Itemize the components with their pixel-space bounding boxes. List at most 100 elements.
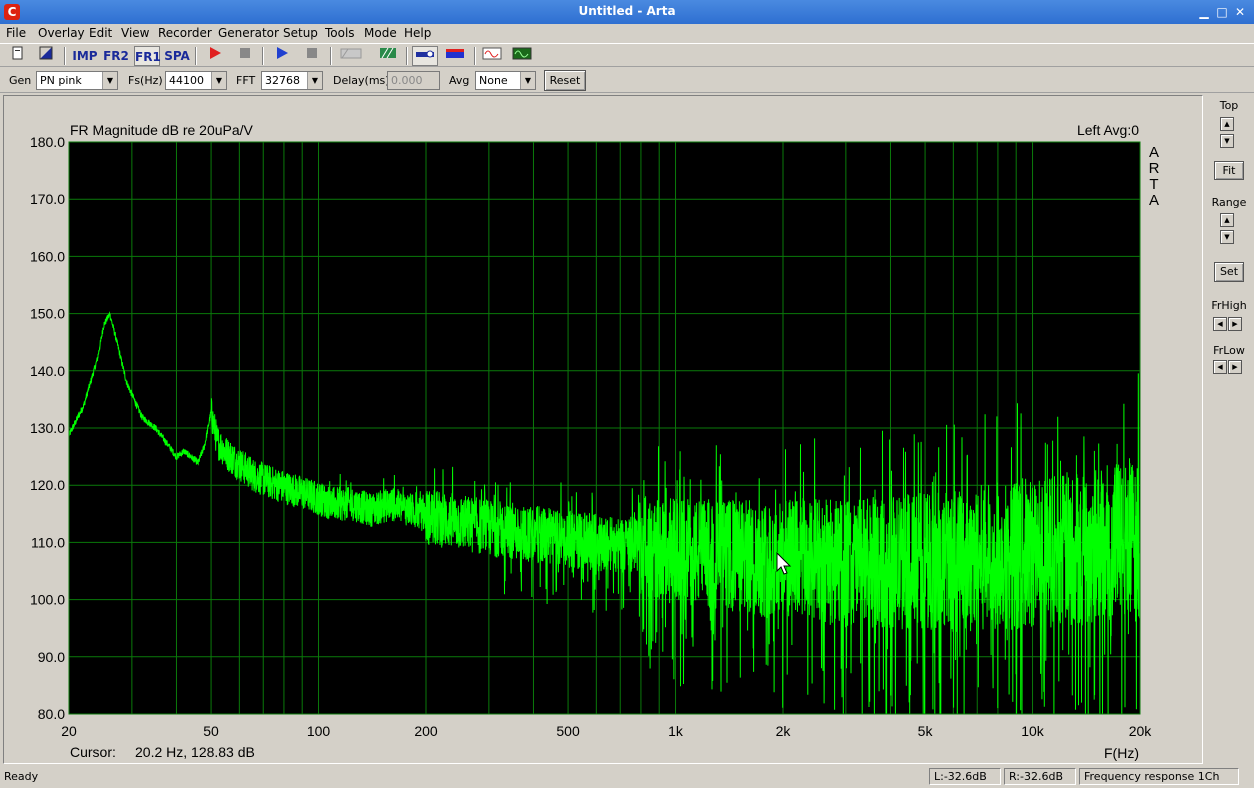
sine-icon[interactable]: [480, 46, 504, 66]
menu-generator[interactable]: Generator: [218, 26, 279, 40]
generator-select[interactable]: PN pink ▼: [36, 71, 118, 90]
delay-input[interactable]: 0.000: [387, 71, 440, 90]
set-button[interactable]: Set: [1214, 262, 1244, 282]
status-ready: Ready: [4, 770, 39, 783]
window-title: Untitled - Arta: [578, 4, 676, 18]
frhigh-label: FrHigh: [1211, 299, 1247, 312]
cursor-label: Cursor:: [70, 744, 116, 760]
x-tick-label: 500: [556, 723, 580, 739]
title-bar: C Untitled - Arta ▁ □ ✕: [0, 0, 1254, 24]
frequency-response-chart[interactable]: FR Magnitude dB re 20uPa/V Left Avg:0 80…: [4, 96, 1202, 763]
fs-value: 44100: [169, 74, 204, 87]
y-axis: 80.0 90.0 100.0 110.0 120.0 130.0 140.0 150.0 16…: [30, 134, 65, 722]
menu-recorder[interactable]: Recorder: [158, 26, 212, 40]
stop-playback-icon[interactable]: [300, 46, 324, 66]
y-tick-label: 80.0: [38, 706, 65, 722]
close-icon[interactable]: ✕: [1232, 4, 1248, 20]
status-mode: Frequency response 1Ch: [1079, 768, 1239, 785]
top-up-button[interactable]: ▲: [1220, 117, 1234, 131]
x-tick-label: 200: [414, 723, 438, 739]
range-down-button[interactable]: ▼: [1220, 230, 1234, 244]
menu-tools[interactable]: Tools: [325, 26, 355, 40]
menu-mode[interactable]: Mode: [364, 26, 397, 40]
menu-overlay[interactable]: Overlay: [38, 26, 85, 40]
avg-select[interactable]: None ▼: [475, 71, 536, 90]
fft-select[interactable]: 32768 ▼: [261, 71, 323, 90]
open-icon[interactable]: [34, 46, 58, 66]
menu-help[interactable]: Help: [404, 26, 431, 40]
generator-bar: Gen PN pink ▼ Fs(Hz) 44100 ▼ FFT 32768 ▼ De…: [0, 68, 1254, 93]
watermark-letter: A: [1149, 192, 1159, 209]
arta-watermark: ARTA: [1149, 144, 1160, 209]
stop-icon[interactable]: [233, 46, 257, 66]
gen-label: Gen: [9, 74, 32, 87]
watermark-letter: A: [1149, 144, 1159, 161]
toolbar: IMP FR2 FR1 SPA: [0, 43, 1254, 67]
x-tick-label: 1k: [668, 723, 684, 739]
status-right-level: R:-32.6dB: [1004, 768, 1076, 785]
x-tick-label: 50: [203, 723, 219, 739]
frlow-right-button[interactable]: ▶: [1228, 360, 1242, 374]
delay-label: Delay(ms): [333, 74, 390, 87]
chevron-down-icon: ▼: [211, 72, 226, 89]
watermark-letter: R: [1149, 160, 1160, 177]
menu-edit[interactable]: Edit: [89, 26, 112, 40]
range-up-button[interactable]: ▲: [1220, 213, 1234, 227]
chart-title: FR Magnitude dB re 20uPa/V: [70, 122, 254, 138]
frhigh-right-button[interactable]: ▶: [1228, 317, 1242, 331]
maximize-icon[interactable]: □: [1214, 4, 1230, 20]
x-tick-label: 5k: [918, 723, 934, 739]
status-left-level: L:-32.6dB: [929, 768, 1001, 785]
x-tick-label: 20k: [1129, 723, 1153, 739]
frlow-left-button[interactable]: ◀: [1213, 360, 1227, 374]
top-label: Top: [1219, 99, 1239, 112]
x-tick-label: 100: [307, 723, 331, 739]
avg-label: Avg: [449, 74, 470, 87]
x-axis: 20 50 100 200 500 1k 2k 5k 10k 20k: [61, 723, 1152, 739]
status-bar: Ready L:-32.6dB R:-32.6dB Frequency resp…: [0, 766, 1254, 788]
channel-info: Left Avg:0: [1077, 122, 1139, 138]
side-panel: Top ▲ ▼ Fit Range ▲ ▼ Set FrHigh ◀ ▶ FrL…: [1206, 95, 1254, 764]
abc-icon[interactable]: [338, 46, 364, 66]
fs-label: Fs(Hz): [128, 74, 163, 87]
new-file-icon[interactable]: [6, 46, 30, 66]
avg-value: None: [479, 74, 508, 87]
fft-value: 32768: [265, 74, 300, 87]
color-icon[interactable]: [442, 46, 468, 66]
menu-file[interactable]: File: [6, 26, 26, 40]
play-icon[interactable]: [270, 46, 294, 66]
spa-mode-button[interactable]: SPA: [164, 46, 190, 66]
minimize-icon[interactable]: ▁: [1196, 4, 1212, 20]
y-tick-label: 160.0: [30, 248, 65, 264]
fft-label: FFT: [236, 74, 256, 87]
fit-button[interactable]: Fit: [1214, 161, 1244, 180]
y-tick-label: 110.0: [31, 534, 65, 550]
y-tick-label: 140.0: [30, 363, 65, 379]
range-label: Range: [1211, 196, 1247, 209]
record-icon[interactable]: [203, 46, 227, 66]
fr1-mode-button[interactable]: FR1: [134, 46, 161, 66]
graph-frame: FR Magnitude dB re 20uPa/V Left Avg:0 80…: [3, 95, 1203, 764]
frhigh-left-button[interactable]: ◀: [1213, 317, 1227, 331]
scope-icon[interactable]: [510, 46, 534, 66]
fr2-mode-button[interactable]: FR2: [103, 46, 129, 66]
chevron-down-icon: ▼: [307, 72, 322, 89]
y-tick-label: 100.0: [30, 592, 65, 608]
imp-mode-button[interactable]: IMP: [72, 46, 98, 66]
generator-value: PN pink: [40, 74, 82, 87]
frlow-label: FrLow: [1213, 344, 1245, 357]
x-axis-label: F(Hz): [1104, 745, 1139, 761]
y-tick-label: 90.0: [38, 649, 65, 665]
hatch-icon[interactable]: [376, 46, 400, 66]
top-down-button[interactable]: ▼: [1220, 134, 1234, 148]
fs-select[interactable]: 44100 ▼: [165, 71, 227, 90]
toggle-icon[interactable]: [412, 46, 438, 66]
menu-view[interactable]: View: [121, 26, 149, 40]
menu-setup[interactable]: Setup: [283, 26, 318, 40]
y-tick-label: 170.0: [30, 191, 65, 207]
reset-button[interactable]: Reset: [544, 70, 586, 91]
chevron-down-icon: ▼: [520, 72, 535, 89]
y-tick-label: 150.0: [30, 306, 65, 322]
menu-bar: File Overlay Edit View Recorder Generato…: [0, 24, 1254, 42]
chevron-down-icon: ▼: [102, 72, 117, 89]
